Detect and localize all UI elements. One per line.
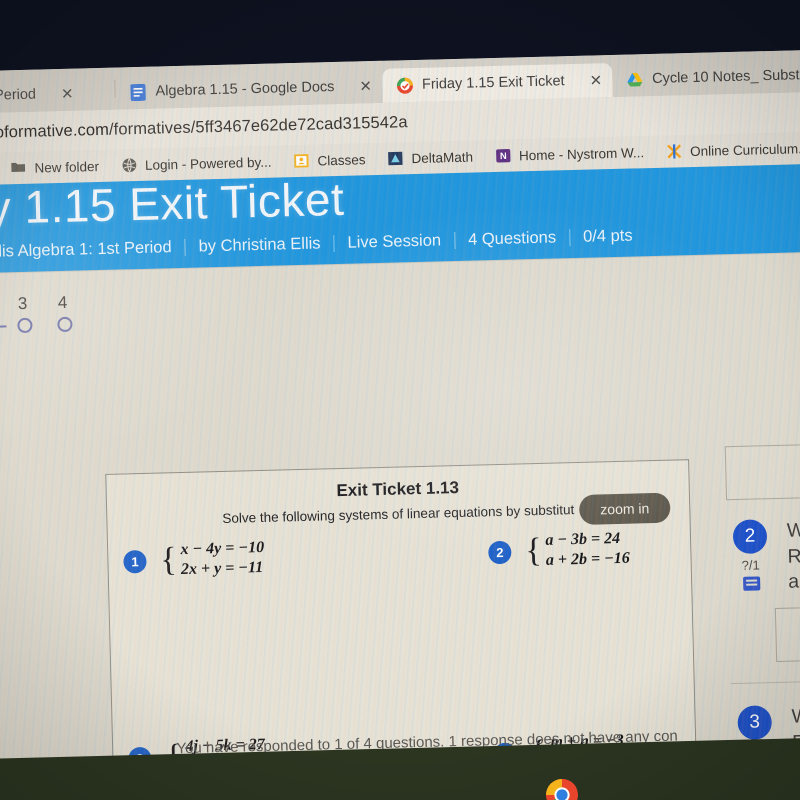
tab-close-icon[interactable]: ✕ (589, 71, 602, 89)
bookmark-new-folder[interactable]: New folder (1, 154, 108, 180)
globe-icon (121, 157, 138, 174)
comment-icon[interactable] (742, 576, 760, 591)
tab-title: Cycle 10 Notes_ Substit (651, 67, 800, 87)
tab-title: Friday 1.15 Exit Ticket (421, 73, 565, 93)
prompt-line-3: alphabet (787, 569, 800, 594)
worksheet-problem-1: 1 { x − 4y = −10 2x + y = −11 (123, 539, 265, 581)
tab-title: Algebra 1.15 - Google Docs (155, 79, 335, 100)
equation-line: a + 2b = −16 (545, 549, 631, 569)
formative-icon (396, 77, 413, 94)
tab-close-icon[interactable]: ✕ (61, 85, 74, 103)
google-docs-icon (129, 83, 146, 101)
brace-icon: { (159, 540, 178, 579)
browser-tab-1[interactable]: 1: 1st Period ✕ (0, 75, 116, 114)
tab-title: 1: 1st Period (0, 86, 37, 105)
assigned-to-label: d to Ellis Algebra 1: 1st Period (0, 238, 172, 262)
points-label: 0/4 pts (582, 226, 633, 246)
stepper-number-3: 3 (17, 293, 28, 314)
stepper-number-4: 4 (57, 292, 68, 313)
problem-number-badge: 2 (488, 540, 512, 564)
answer-prompt: Write yo REMIND alphabet (787, 517, 800, 596)
zoom-in-tooltip[interactable]: zoom in (578, 492, 671, 525)
answer-divider (730, 677, 800, 685)
bookmark-label: DeltaMath (411, 149, 474, 166)
equation-line: x − 4y = −10 (180, 538, 265, 559)
photo-of-screen: 1: 1st Period ✕ Algebra 1.15 - Google Do… (0, 0, 800, 800)
bookmark-label: Classes (317, 151, 366, 168)
chrome-icon[interactable] (545, 778, 579, 800)
browser-tab-3-active[interactable]: Friday 1.15 Exit Ticket ✕ (381, 62, 613, 103)
url-domain: goformative.com (0, 120, 110, 142)
tab-close-icon[interactable]: ✕ (359, 77, 372, 95)
address-bar-url[interactable]: goformative.com/formatives/5ff3467e62de7… (0, 113, 408, 143)
stepper-node-4[interactable] (57, 316, 73, 333)
browser-tab-2[interactable]: Algebra 1.15 - Google Docs ✕ (115, 68, 383, 110)
stepper-node-3[interactable] (17, 317, 33, 334)
prompt-line-1: Write yo (786, 518, 800, 542)
equation-system: { a − 3b = 24 a + 2b = −16 (525, 530, 630, 571)
classes-icon (293, 152, 310, 169)
bookmark-classes[interactable]: Classes (284, 148, 375, 173)
bookmark-label: Login - Powered by... (144, 154, 272, 173)
session-label: Live Session (347, 231, 442, 252)
browser-window: 1: 1st Period ✕ Algebra 1.15 - Google Do… (0, 48, 800, 772)
bookmark-nystrom[interactable]: N Home - Nystrom W... (486, 140, 654, 167)
equation-line: 2x + y = −11 (180, 558, 264, 579)
bookmark-online-curriculum[interactable]: Online Curriculum... (657, 136, 800, 163)
answer-input-1[interactable] (724, 442, 800, 501)
stepper-line (0, 325, 7, 330)
bookmark-deltamath[interactable]: DeltaMath (378, 145, 482, 171)
google-drive-icon (626, 71, 643, 88)
deltamath-icon (387, 150, 404, 167)
answer-input-2[interactable] (774, 604, 800, 663)
problem-number-badge: 1 (123, 549, 147, 574)
author-label: by Christina Ellis (198, 234, 321, 256)
answer-number-badge: 2 (732, 519, 768, 555)
svg-text:N: N (499, 149, 506, 160)
answer-panel: 2 ?/1 Write yo REMIND alphabet 3 (724, 441, 800, 768)
equation-line: a − 3b = 24 (545, 529, 621, 549)
curriculum-icon (666, 143, 683, 160)
bookmark-label: Online Curriculum... (689, 140, 800, 159)
equation-system: { x − 4y = −10 2x + y = −11 (160, 539, 265, 580)
folder-icon (10, 159, 27, 176)
nystrom-icon: N (495, 147, 512, 164)
bookmark-login[interactable]: Login - Powered by... (112, 150, 281, 177)
worksheet-image[interactable]: Exit Ticket 1.13 Solve the following sys… (105, 459, 698, 772)
formative-page: day 1.15 Exit Ticket d to Ellis Algebra … (0, 162, 800, 772)
brace-icon: { (524, 531, 543, 570)
bookmark-label: New folder (34, 158, 100, 176)
worksheet-problem-2: 2 { a − 3b = 24 a + 2b = −16 (488, 530, 630, 572)
answer-item-2: 2 ?/1 Write yo REMIND alphabet (727, 515, 800, 598)
bookmark-label: Home - Nystrom W... (518, 144, 645, 163)
url-path: /formatives/5ff3467e62de72cad315542a (108, 112, 408, 139)
question-count-label: 4 Questions (467, 228, 557, 249)
prompt-line-2: REMIND (787, 543, 800, 568)
answer-score: ?/1 (741, 557, 760, 573)
browser-tab-4[interactable]: Cycle 10 Notes_ Substit (611, 57, 800, 97)
